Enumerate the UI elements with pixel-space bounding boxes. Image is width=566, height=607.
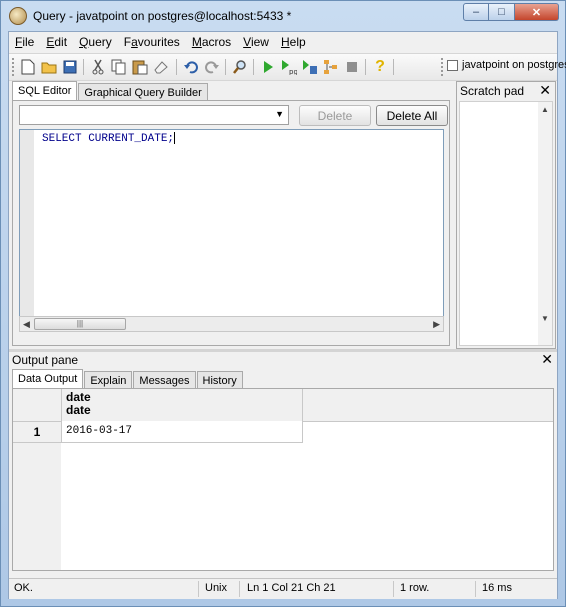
save-icon[interactable] bbox=[61, 58, 79, 76]
sql-editor-pane: SQL Editor Graphical Query Builder ▼ Del… bbox=[9, 81, 453, 349]
redo-icon[interactable] bbox=[203, 58, 221, 76]
undo-icon[interactable] bbox=[182, 58, 200, 76]
scratch-vertical-scrollbar[interactable]: ▲ ▼ bbox=[538, 102, 552, 345]
output-pane-header: Output pane ✕ bbox=[9, 351, 557, 369]
grid-header: date date bbox=[13, 389, 553, 422]
paste-icon[interactable] bbox=[131, 58, 149, 76]
output-pane-title: Output pane bbox=[12, 353, 79, 367]
execute-icon[interactable] bbox=[259, 58, 277, 76]
editor-horizontal-scrollbar[interactable]: ◀ ||| ▶ bbox=[19, 316, 444, 332]
menu-macros[interactable]: Macros bbox=[186, 32, 237, 52]
menu-view[interactable]: View bbox=[237, 32, 275, 52]
minimize-button[interactable]: ‒ bbox=[463, 3, 489, 21]
delete-button[interactable]: Delete bbox=[299, 105, 371, 126]
text-cursor bbox=[174, 132, 176, 144]
line-gutter bbox=[20, 130, 34, 316]
close-icon[interactable]: ✕ bbox=[541, 351, 553, 368]
table-cell[interactable]: 2016-03-17 bbox=[61, 421, 303, 443]
svg-text:pg: pg bbox=[289, 68, 297, 75]
delete-all-button[interactable]: Delete All bbox=[376, 105, 448, 126]
cancel-icon[interactable] bbox=[343, 58, 361, 76]
execute-pgscript-icon[interactable]: pg bbox=[280, 58, 298, 76]
scroll-right-icon[interactable]: ▶ bbox=[433, 319, 440, 330]
query-window: Query - javatpoint on postgres@localhost… bbox=[0, 0, 566, 607]
row-number[interactable]: 1 bbox=[13, 421, 61, 443]
data-output-grid: date date 1 2016-03-17 bbox=[12, 388, 554, 571]
editor-tabs: SQL Editor Graphical Query Builder bbox=[12, 81, 209, 105]
menu-edit[interactable]: Edit bbox=[40, 32, 73, 52]
toolbar-grip-2[interactable] bbox=[441, 58, 446, 76]
scratch-pad-title: Scratch pad bbox=[460, 84, 525, 98]
chevron-down-icon: ▼ bbox=[275, 109, 284, 119]
scroll-down-icon[interactable]: ▼ bbox=[541, 314, 549, 323]
sql-line-1: SELECT CURRENT_DATE; bbox=[42, 132, 176, 145]
output-tabs: Data Output Explain Messages History bbox=[12, 369, 244, 393]
scratch-pad-textarea[interactable]: ▲ ▼ bbox=[459, 101, 553, 346]
scroll-up-icon[interactable]: ▲ bbox=[541, 105, 549, 114]
previous-queries-dropdown[interactable]: ▼ bbox=[19, 105, 289, 125]
pgadmin-elephant-icon bbox=[9, 7, 27, 25]
help-icon[interactable]: ? bbox=[371, 58, 389, 76]
new-file-icon[interactable] bbox=[19, 58, 37, 76]
menu-file[interactable]: File bbox=[9, 32, 40, 52]
status-bar: OK. Unix Ln 1 Col 21 Ch 21 1 row. 16 ms bbox=[9, 578, 557, 599]
open-folder-icon[interactable] bbox=[40, 58, 58, 76]
window-title: Query - javatpoint on postgres@localhost… bbox=[33, 9, 292, 23]
menu-favourites[interactable]: Favourites bbox=[118, 32, 186, 52]
window-client-area: File Edit Query Favourites Macros View H… bbox=[8, 31, 566, 599]
status-exec-time: 16 ms bbox=[482, 582, 512, 594]
scroll-left-icon[interactable]: ◀ bbox=[23, 319, 30, 330]
window-controls: ‒ □ ✕ bbox=[463, 3, 559, 23]
menu-query[interactable]: Query bbox=[73, 32, 118, 52]
close-icon[interactable]: ✕ bbox=[539, 82, 551, 99]
status-message: OK. bbox=[14, 582, 33, 594]
output-pane: Output pane ✕ Data Output Explain Messag… bbox=[9, 351, 557, 578]
scroll-thumb[interactable]: ||| bbox=[34, 318, 126, 330]
status-cursor-position: Ln 1 Col 21 Ch 21 bbox=[247, 582, 336, 594]
menu-help[interactable]: Help bbox=[275, 32, 312, 52]
copy-icon[interactable] bbox=[110, 58, 128, 76]
find-icon[interactable] bbox=[231, 58, 249, 76]
close-window-button[interactable]: ✕ bbox=[515, 3, 559, 21]
scratch-pad-pane: Scratch pad ✕ ▲ ▼ bbox=[456, 81, 556, 349]
sql-code-editor[interactable]: SELECT CURRENT_DATE; bbox=[19, 129, 444, 317]
status-os: Unix bbox=[205, 582, 228, 594]
maximize-button[interactable]: □ bbox=[489, 3, 515, 21]
explain-icon[interactable] bbox=[322, 58, 340, 76]
connection-checkbox[interactable]: javatpoint on postgres bbox=[447, 59, 566, 71]
column-header-date[interactable]: date date bbox=[61, 389, 303, 421]
execute-to-file-icon[interactable] bbox=[301, 58, 319, 76]
toolbar-grip[interactable] bbox=[12, 58, 17, 76]
connection-label: javatpoint on postgres bbox=[462, 59, 566, 71]
menu-bar: File Edit Query Favourites Macros View H… bbox=[9, 32, 557, 52]
status-row-count: 1 row. bbox=[400, 582, 430, 594]
clear-icon[interactable] bbox=[152, 58, 170, 76]
toolbar: pg ? javatpoint on postgres bbox=[9, 53, 566, 81]
title-bar[interactable]: Query - javatpoint on postgres@localhost… bbox=[1, 1, 565, 31]
cut-icon[interactable] bbox=[89, 58, 107, 76]
scratch-pad-header: Scratch pad ✕ bbox=[457, 82, 555, 100]
editor-body: ▼ Delete Delete All SELECT CURRENT_DATE;… bbox=[12, 100, 450, 346]
checkbox-box[interactable] bbox=[447, 59, 458, 71]
